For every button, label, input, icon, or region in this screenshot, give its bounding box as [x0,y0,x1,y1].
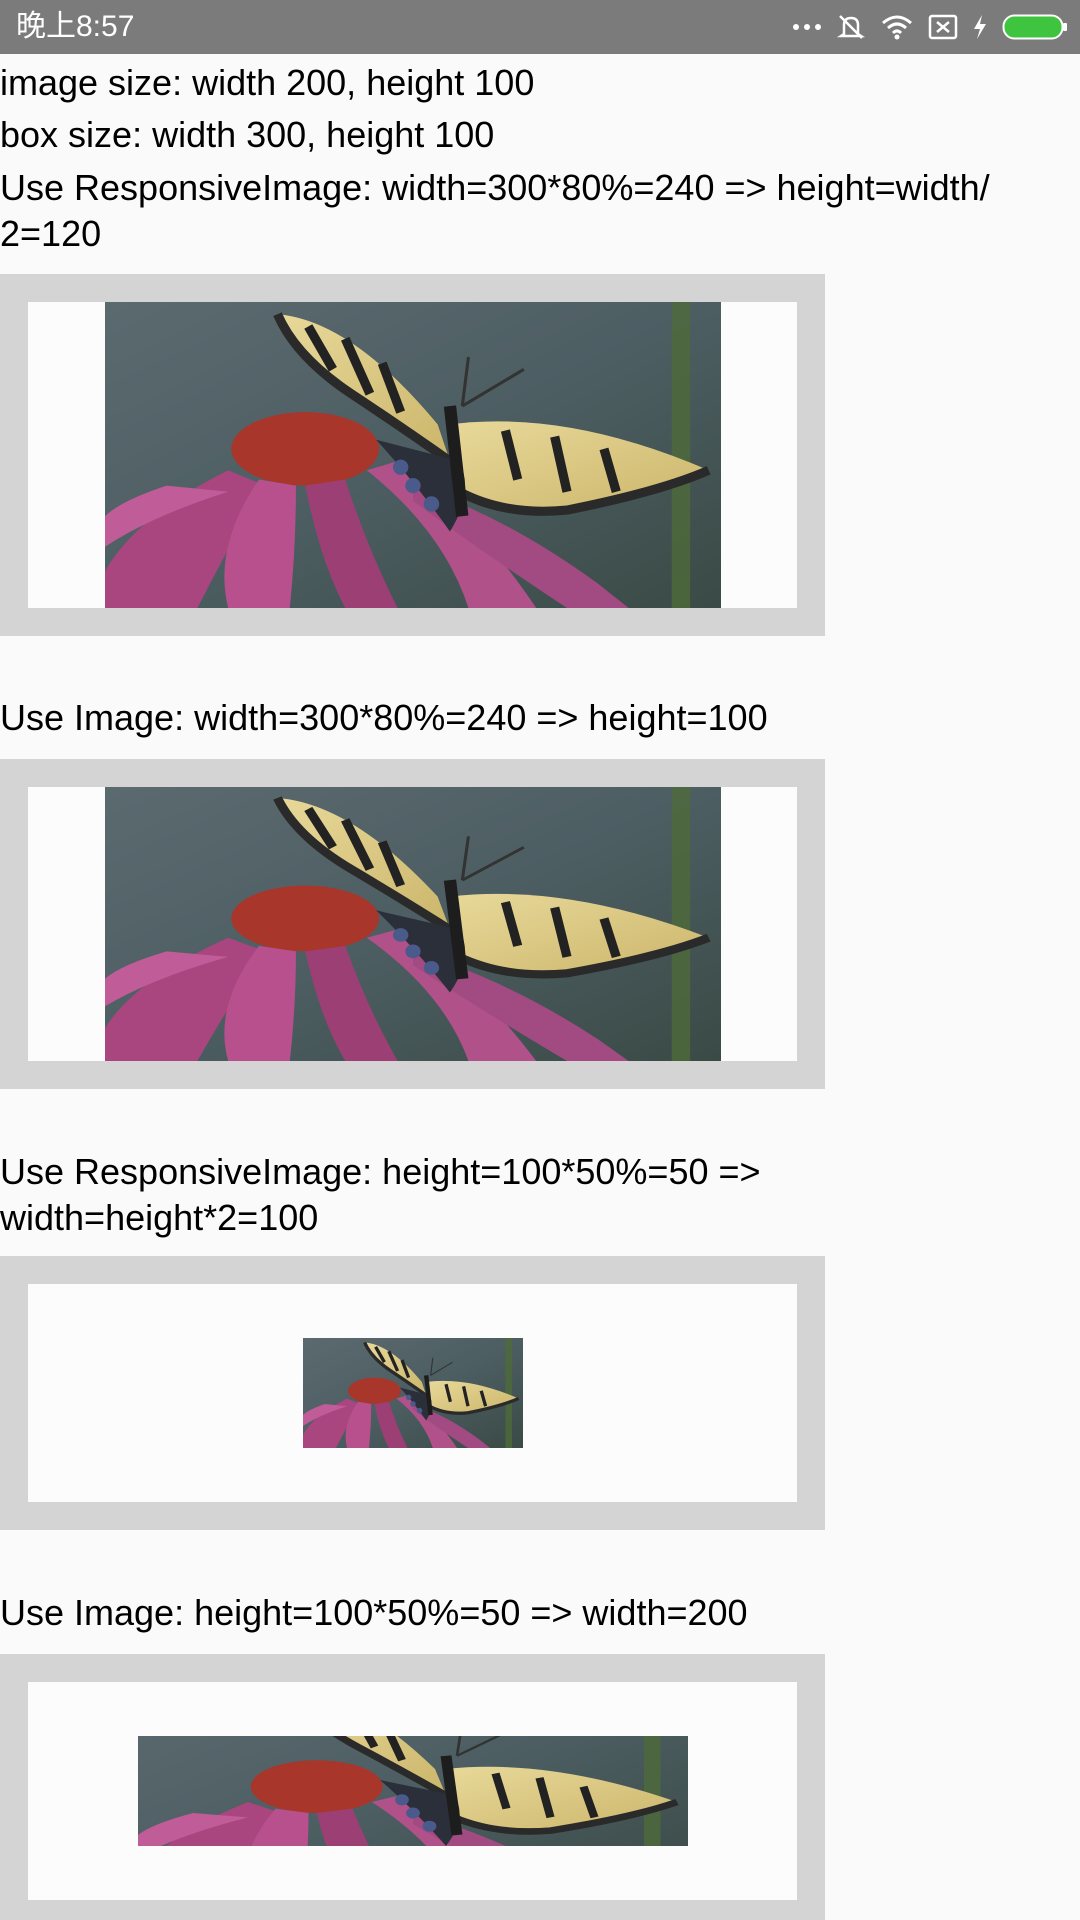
charging-bolt-icon [972,13,988,41]
section4-butterfly-image [138,1736,688,1846]
status-time: 晚上8:57 [16,10,135,43]
section3-butterfly-image [303,1338,523,1448]
section4-box [28,1682,797,1900]
section1-butterfly-image [105,302,721,608]
section1-box [28,302,797,608]
section3-box [28,1284,797,1502]
section2-butterfly-image [105,787,721,1061]
section3-frame [0,1256,825,1530]
box-size-info: box size: width 300, height 100 [0,114,495,155]
status-bar: 晚上8:57 [0,0,1080,54]
section2-box [28,787,797,1061]
section2-frame [0,759,825,1089]
section1-label-line1: Use ResponsiveImage: width=300*80%=240 =… [0,167,990,208]
status-icons [792,8,1068,46]
more-dots-icon [792,22,822,32]
section4-frame [0,1654,825,1920]
section4-label: Use Image: height=100*50%=50 => width=20… [0,1592,748,1633]
mute-icon [836,12,866,42]
battery-icon [1002,13,1068,41]
wifi-icon [880,13,914,41]
image-size-info: image size: width 200, height 100 [0,62,535,103]
sim-x-icon [928,13,958,41]
section3-label-line1: Use ResponsiveImage: height=100*50%=50 =… [0,1151,761,1192]
section2-label: Use Image: width=300*80%=240 => height=1… [0,697,768,738]
section3-label-line2: width=height*2=100 [0,1197,319,1238]
section1-label-line2: 2=120 [0,213,102,254]
section1-frame [0,274,825,636]
